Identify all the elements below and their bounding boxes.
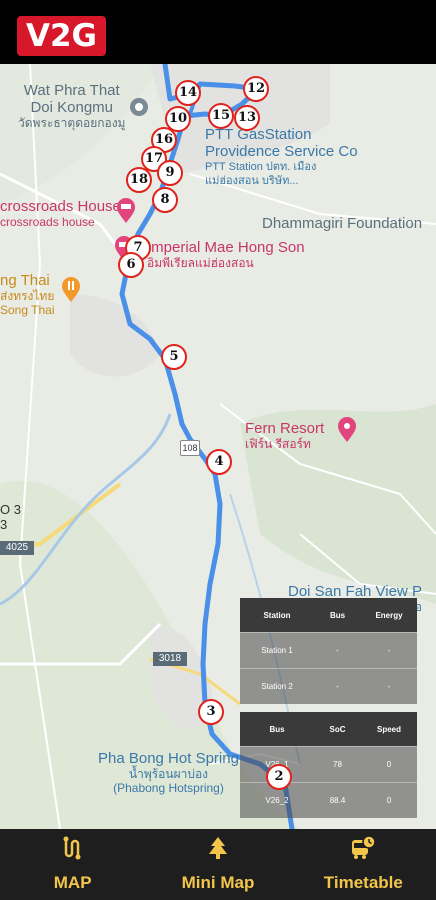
station-bus-cell: - (336, 682, 339, 691)
station-bus-cell: - (336, 646, 339, 655)
poi-dhammagiri-name: Dhammagiri Foundation (262, 215, 423, 232)
station-marker-8[interactable]: 8 (152, 187, 178, 213)
bus-soc-cell: 78 (333, 760, 342, 769)
map-view[interactable]: Wat Phra That Doi Kongmu วัดพระธาตุดอยกอ… (0, 64, 436, 829)
poi-song-thai-sub: ส่งทรงไทย Song Thai (0, 289, 55, 317)
station-marker-6[interactable]: 6 (118, 252, 144, 278)
poi-crossroads-sub: crossroads house (0, 215, 95, 229)
poi-ptt-name: PTT GasStation Providence Service Co (205, 126, 358, 160)
temple-icon (130, 98, 148, 116)
station-row: Station 1 - - (240, 632, 417, 668)
poi-imperial[interactable]: Imperial Mae Hong Son อิมพีเรียลแม่ฮ่องส… (147, 239, 305, 270)
speed-col-header: Speed (376, 724, 401, 734)
bus-clock-icon (352, 835, 377, 859)
station-energy-cell: - (387, 682, 391, 691)
soc-col-header: SoC (329, 724, 346, 734)
tab-map-label: MAP (53, 873, 92, 892)
bus-soc-cell: 88.4 (329, 796, 346, 805)
tab-map[interactable]: MAP (0, 829, 145, 900)
poi-pha-bong-name: Pha Bong Hot Spring (98, 750, 239, 767)
poi-crossroads-house[interactable]: crossroads House crossroads house (0, 198, 121, 229)
poi-pha-bong-sub: น้ำพุร้อนผาบ่อง (Phabong Hotspring) (113, 767, 224, 795)
poi-ptt-gas-station[interactable]: PTT GasStation Providence Service Co PTT… (205, 126, 358, 188)
station-marker-9[interactable]: 9 (157, 160, 183, 186)
bus-speed-cell: 0 (386, 796, 392, 805)
poi-pha-bong-hot-spring[interactable]: Pha Bong Hot Spring น้ำพุร้อนผาบ่อง (Pha… (98, 750, 239, 795)
station-marker-2[interactable]: 2 (266, 764, 292, 790)
bus-name-col-header: Bus (269, 724, 285, 734)
road-shield-3018: 3018 (153, 652, 187, 666)
bus-col-header: Bus (329, 610, 346, 620)
station-marker-5[interactable]: 5 (161, 344, 187, 370)
bus-speed-cell: 0 (386, 760, 392, 769)
poi-dhammagiri[interactable]: Dhammagiri Foundation (262, 215, 422, 232)
station-name-cell: Station 1 (261, 646, 293, 655)
station-panel-header: Station Bus Energy (240, 598, 417, 632)
station-marker-3[interactable]: 3 (198, 699, 224, 725)
poi-imperial-sub: อิมพีเรียลแม่ฮ่องสอน (147, 256, 254, 270)
poi-song-thai-name: ng Thai (0, 272, 50, 289)
bus-row: V26_2 88.4 0 (240, 782, 417, 818)
station-marker-12[interactable]: 12 (243, 76, 269, 102)
poi-fern-name: Fern Resort (245, 420, 325, 437)
route-icon (63, 836, 81, 860)
hotel-icon (117, 198, 135, 223)
poi-wat-phra-that-sub: วัดพระธาตุดอยกองมู (18, 116, 126, 130)
station-energy-cell: - (387, 646, 391, 655)
bus-name-cell: V26_2 (265, 796, 289, 805)
poi-wat-phra-that-name: Wat Phra That Doi Kongmu (23, 82, 120, 116)
poi-song-thai[interactable]: ng Thai ส่งทรงไทย Song Thai (0, 272, 55, 317)
tab-mini-map[interactable]: Mini Map (145, 829, 290, 900)
road-shield-4025: 4025 (0, 541, 34, 555)
road-label-3: O 3 3 (0, 502, 21, 532)
tab-timetable-label: Timetable (323, 873, 403, 892)
tab-mini-map-label: Mini Map (181, 873, 255, 892)
station-name-cell: Station 2 (261, 682, 293, 691)
poi-fern-sub: เฟิร์น รีสอร์ท (245, 437, 311, 451)
station-marker-4[interactable]: 4 (206, 449, 232, 475)
station-marker-14[interactable]: 14 (175, 80, 201, 106)
station-marker-15[interactable]: 15 (208, 103, 234, 129)
top-bar: V2G (0, 0, 436, 64)
station-row: Station 2 - - (240, 668, 417, 704)
tab-timetable[interactable]: Timetable (291, 829, 436, 900)
bus-status-panel: Bus SoC Speed V26_1 78 0 V26_2 88.4 0 (240, 712, 417, 818)
poi-fern-resort[interactable]: Fern Resort เฟิร์น รีสอร์ท (245, 420, 324, 451)
tree-icon (208, 837, 227, 859)
station-col-header: Station (263, 610, 291, 620)
energy-col-header: Energy (375, 610, 403, 620)
bottom-tab-bar: MAP Mini Map Timetable (0, 829, 436, 900)
bus-panel-header: Bus SoC Speed (240, 712, 417, 746)
station-status-panel: Station Bus Energy Station 1 - - Station… (240, 598, 417, 704)
resort-icon (338, 417, 356, 442)
poi-crossroads-name: crossroads House (0, 198, 121, 215)
poi-wat-phra-that[interactable]: Wat Phra That Doi Kongmu วัดพระธาตุดอยกอ… (18, 82, 125, 130)
poi-ptt-sub: PTT Station ปตท. เมือง แม่ฮ่องสอน บริษัท… (205, 161, 317, 187)
station-marker-13[interactable]: 13 (234, 105, 260, 131)
app-logo: V2G (17, 16, 106, 56)
poi-imperial-name: Imperial Mae Hong Son (147, 239, 305, 256)
road-shield-108: 108 (180, 440, 200, 456)
restaurant-icon (62, 277, 80, 302)
station-marker-18[interactable]: 18 (126, 167, 152, 193)
